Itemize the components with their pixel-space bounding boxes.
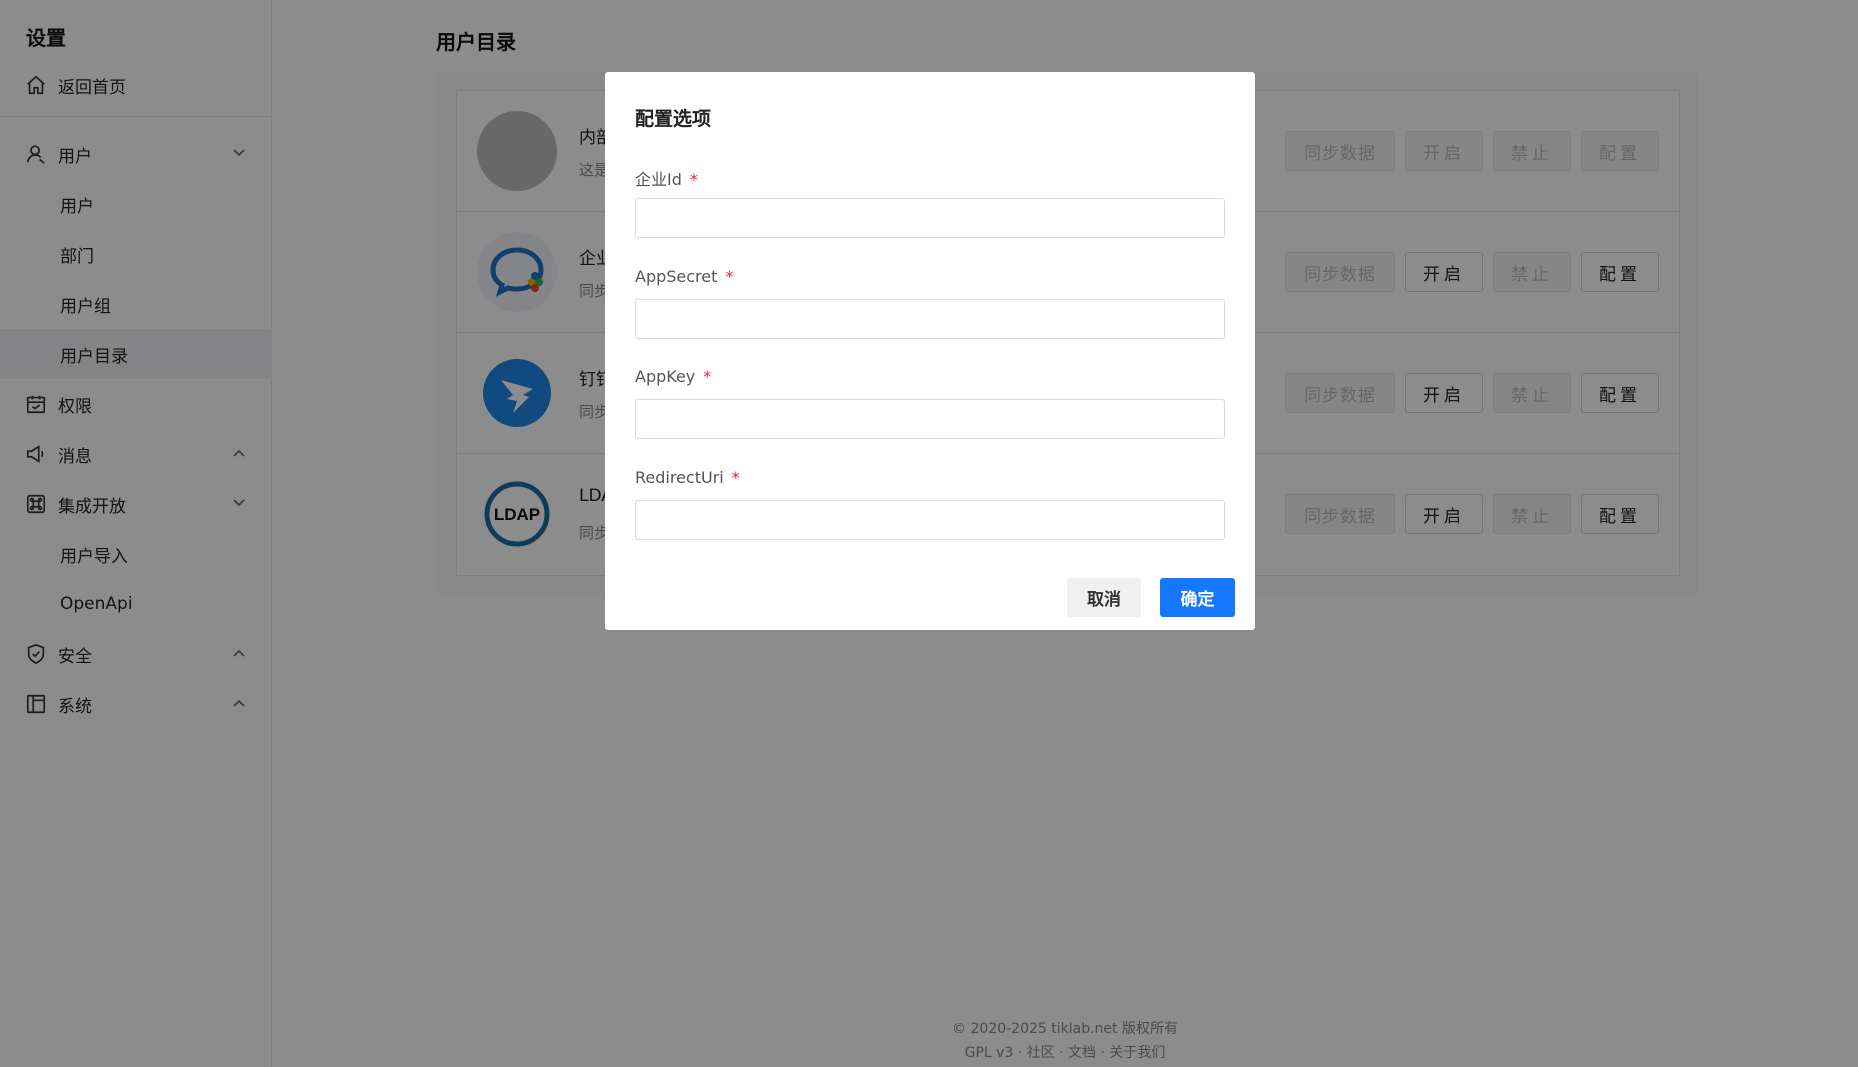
- config-modal: 配置选项 企业Id * AppSecret * AppKey * RedirectUr…: [605, 72, 1255, 630]
- field-label-redirect-uri: RedirectUri *: [635, 468, 740, 487]
- redirect-uri-input[interactable]: [635, 500, 1225, 540]
- app-secret-input[interactable]: [635, 299, 1225, 339]
- required-mark: *: [731, 468, 740, 487]
- field-label-app-secret: AppSecret *: [635, 267, 733, 286]
- field-label-text: RedirectUri: [635, 468, 724, 487]
- field-label-text: 企业Id: [635, 170, 682, 189]
- required-mark: *: [725, 267, 734, 286]
- app-key-input[interactable]: [635, 399, 1225, 439]
- ok-button[interactable]: 确定: [1160, 578, 1235, 617]
- modal-title: 配置选项: [635, 108, 712, 130]
- required-mark: *: [689, 170, 698, 189]
- field-label-app-key: AppKey *: [635, 367, 711, 386]
- corp-id-input[interactable]: [635, 198, 1225, 238]
- cancel-button[interactable]: 取消: [1067, 578, 1141, 617]
- field-label-corp-id: 企业Id *: [635, 166, 698, 190]
- required-mark: *: [703, 367, 712, 386]
- field-label-text: AppSecret: [635, 267, 718, 286]
- field-label-text: AppKey: [635, 367, 696, 386]
